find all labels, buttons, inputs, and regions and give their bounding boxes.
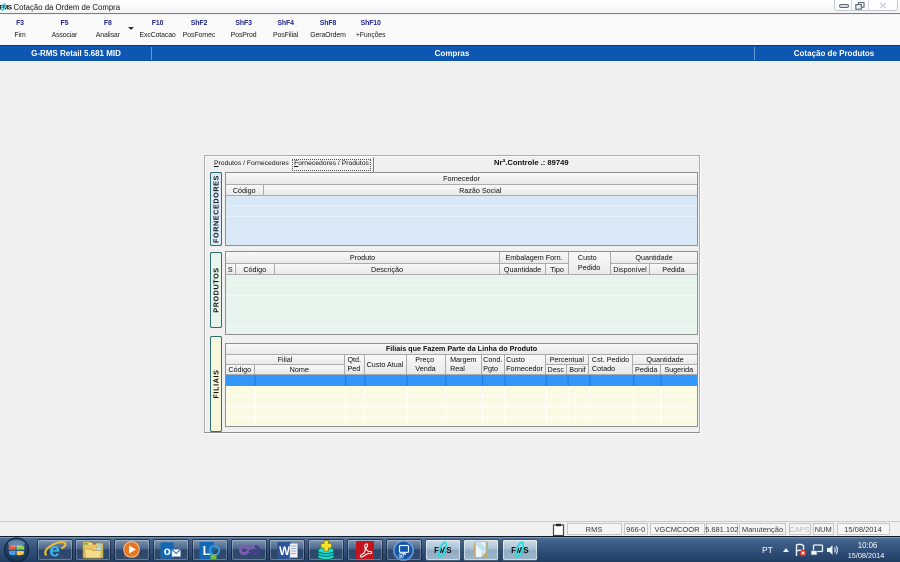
svg-text:W: W [279,546,290,558]
svg-text:o: o [164,545,171,557]
